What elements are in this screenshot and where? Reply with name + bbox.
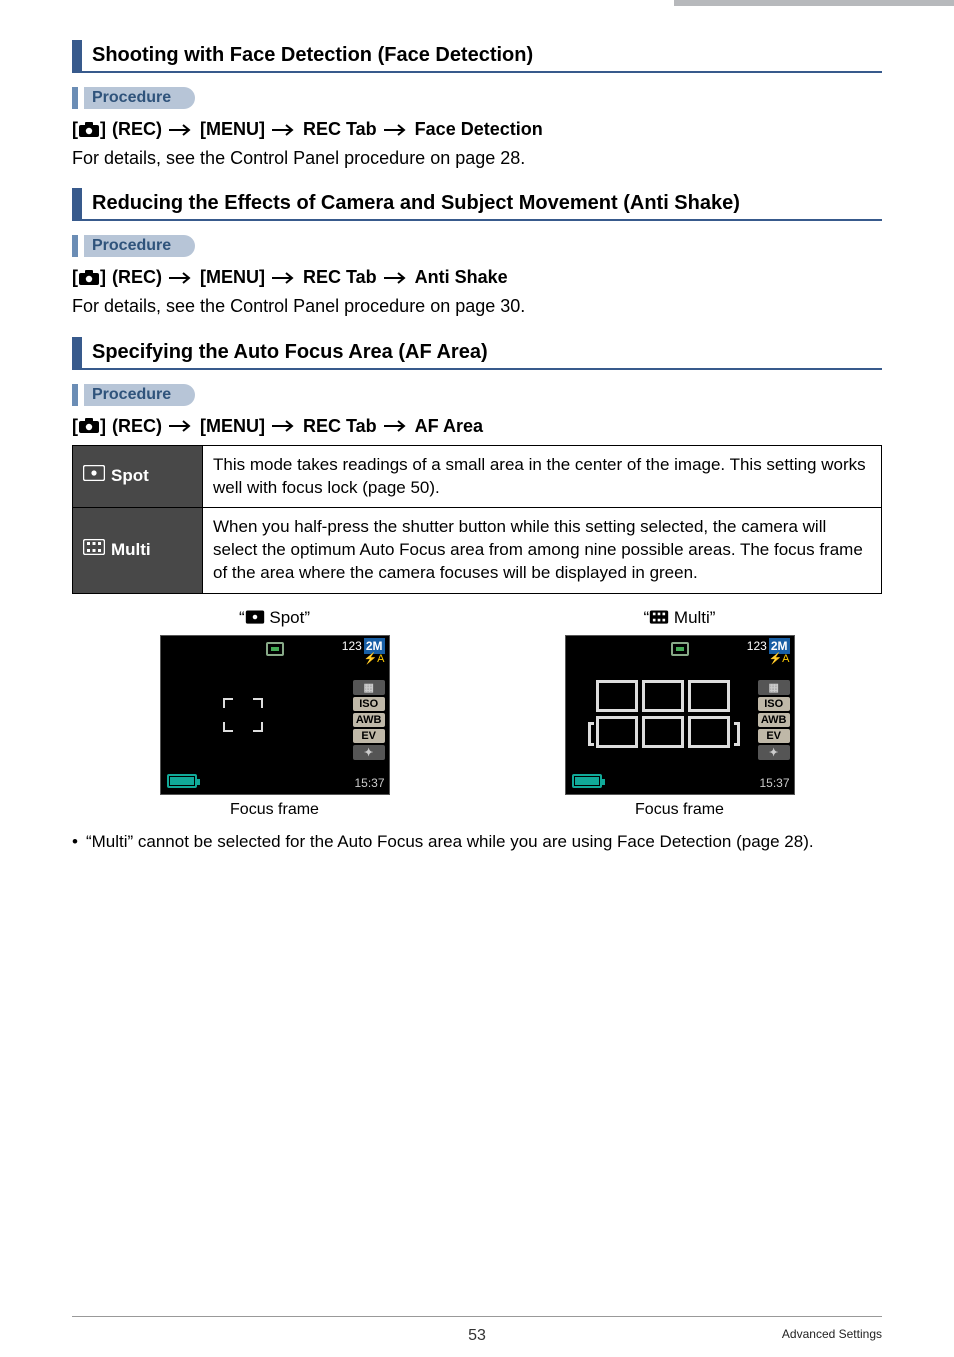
quality-icon: ▦ xyxy=(758,680,790,695)
menu-path: [] (REC) [MENU] REC Tab AF Area xyxy=(72,416,882,437)
arrow-icon xyxy=(383,420,409,432)
af-row-label: Spot xyxy=(111,466,149,485)
procedure-label: Procedure xyxy=(84,235,195,257)
path-seg-item: Anti Shake xyxy=(415,267,508,288)
path-seg-rec: (REC) xyxy=(112,416,162,437)
focus-frame-spot xyxy=(223,698,263,732)
section-heading: Reducing the Effects of Camera and Subje… xyxy=(72,188,882,221)
hud-side: ▦ ISO AWB EV ✦ xyxy=(353,680,385,760)
path-seg-menu: [MENU] xyxy=(200,416,265,437)
menu-path: [] (REC) [MENU] REC Tab Anti Shake xyxy=(72,267,882,288)
af-row-desc: This mode takes readings of a small area… xyxy=(203,445,882,508)
arrow-icon xyxy=(271,272,297,284)
path-seg-rec: (REC) xyxy=(112,119,162,140)
focus-bracket-left xyxy=(588,722,594,746)
spot-icon xyxy=(83,465,105,488)
focus-frame-multi xyxy=(596,680,730,748)
path-seg-tab: REC Tab xyxy=(303,119,377,140)
section-body: For details, see the Control Panel proce… xyxy=(72,294,882,318)
arrow-icon xyxy=(271,124,297,136)
table-row: Spot This mode takes readings of a small… xyxy=(73,445,882,508)
preview-screen-multi: 1232M ⚡A ▦ ISO AWB EV ✦ 15:37 xyxy=(565,635,795,795)
preview-row: “ Spot” 1232M ⚡A ▦ ISO AWB EV ✦ 15:37 xyxy=(72,608,882,819)
bullet-icon: • xyxy=(72,831,78,854)
focus-bracket-right xyxy=(734,722,740,746)
note: • “Multi” cannot be selected for the Aut… xyxy=(72,831,882,854)
table-row: Multi When you half-press the shutter bu… xyxy=(73,508,882,594)
misc-icon: ✦ xyxy=(758,745,790,760)
section-title: Specifying the Auto Focus Area (AF Area) xyxy=(92,337,488,368)
path-seg-menu: [MENU] xyxy=(200,119,265,140)
quality-icon: ▦ xyxy=(353,680,385,695)
procedure-pill: Procedure xyxy=(72,384,195,406)
camera-icon: [] xyxy=(72,267,106,288)
multi-icon xyxy=(649,609,669,628)
path-seg-item: AF Area xyxy=(415,416,483,437)
page-number: 53 xyxy=(468,1327,486,1345)
multi-icon xyxy=(83,539,105,562)
hud-time: 15:37 xyxy=(759,776,789,790)
misc-icon: ✦ xyxy=(353,745,385,760)
arrow-icon xyxy=(168,420,194,432)
path-seg-tab: REC Tab xyxy=(303,416,377,437)
note-text: “Multi” cannot be selected for the Auto … xyxy=(86,831,814,854)
menu-path: [] (REC) [MENU] REC Tab Face Detection xyxy=(72,119,882,140)
hud-top: 1232M ⚡A xyxy=(342,640,385,665)
af-row-label: Multi xyxy=(111,540,151,559)
preview-title-spot: “ Spot” xyxy=(160,608,390,629)
camera-icon: [] xyxy=(72,416,106,437)
arrow-icon xyxy=(168,124,194,136)
preview-caption: Focus frame xyxy=(160,801,390,819)
flash-auto-icon: ⚡A xyxy=(747,654,790,665)
rec-mode-icon xyxy=(671,642,689,656)
arrow-icon xyxy=(383,272,409,284)
path-seg-tab: REC Tab xyxy=(303,267,377,288)
procedure-pill: Procedure xyxy=(72,87,195,109)
section-title: Reducing the Effects of Camera and Subje… xyxy=(92,188,740,219)
af-area-table: Spot This mode takes readings of a small… xyxy=(72,445,882,595)
spot-icon xyxy=(245,609,265,628)
arrow-icon xyxy=(271,420,297,432)
flash-auto-icon: ⚡A xyxy=(342,654,385,665)
rec-mode-icon xyxy=(266,642,284,656)
hud-top: 1232M ⚡A xyxy=(747,640,790,665)
arrow-icon xyxy=(383,124,409,136)
camera-icon: [] xyxy=(72,119,106,140)
arrow-icon xyxy=(168,272,194,284)
procedure-label: Procedure xyxy=(84,87,195,109)
section-heading: Specifying the Auto Focus Area (AF Area) xyxy=(72,337,882,370)
preview-screen-spot: 1232M ⚡A ▦ ISO AWB EV ✦ 15:37 xyxy=(160,635,390,795)
section-body: For details, see the Control Panel proce… xyxy=(72,146,882,170)
battery-icon xyxy=(167,774,197,788)
procedure-label: Procedure xyxy=(84,384,195,406)
battery-icon xyxy=(572,774,602,788)
section-heading: Shooting with Face Detection (Face Detec… xyxy=(72,40,882,73)
path-seg-item: Face Detection xyxy=(415,119,543,140)
hud-side: ▦ ISO AWB EV ✦ xyxy=(758,680,790,760)
path-seg-menu: [MENU] xyxy=(200,267,265,288)
chapter-label: Advanced Settings xyxy=(782,1327,882,1341)
preview-caption: Focus frame xyxy=(565,801,795,819)
af-row-desc: When you half-press the shutter button w… xyxy=(203,508,882,594)
procedure-pill: Procedure xyxy=(72,235,195,257)
page-footer: 53 Advanced Settings xyxy=(72,1316,882,1327)
path-seg-rec: (REC) xyxy=(112,267,162,288)
section-title: Shooting with Face Detection (Face Detec… xyxy=(92,40,533,71)
hud-time: 15:37 xyxy=(354,776,384,790)
preview-title-multi: “ Multi” xyxy=(565,608,795,629)
